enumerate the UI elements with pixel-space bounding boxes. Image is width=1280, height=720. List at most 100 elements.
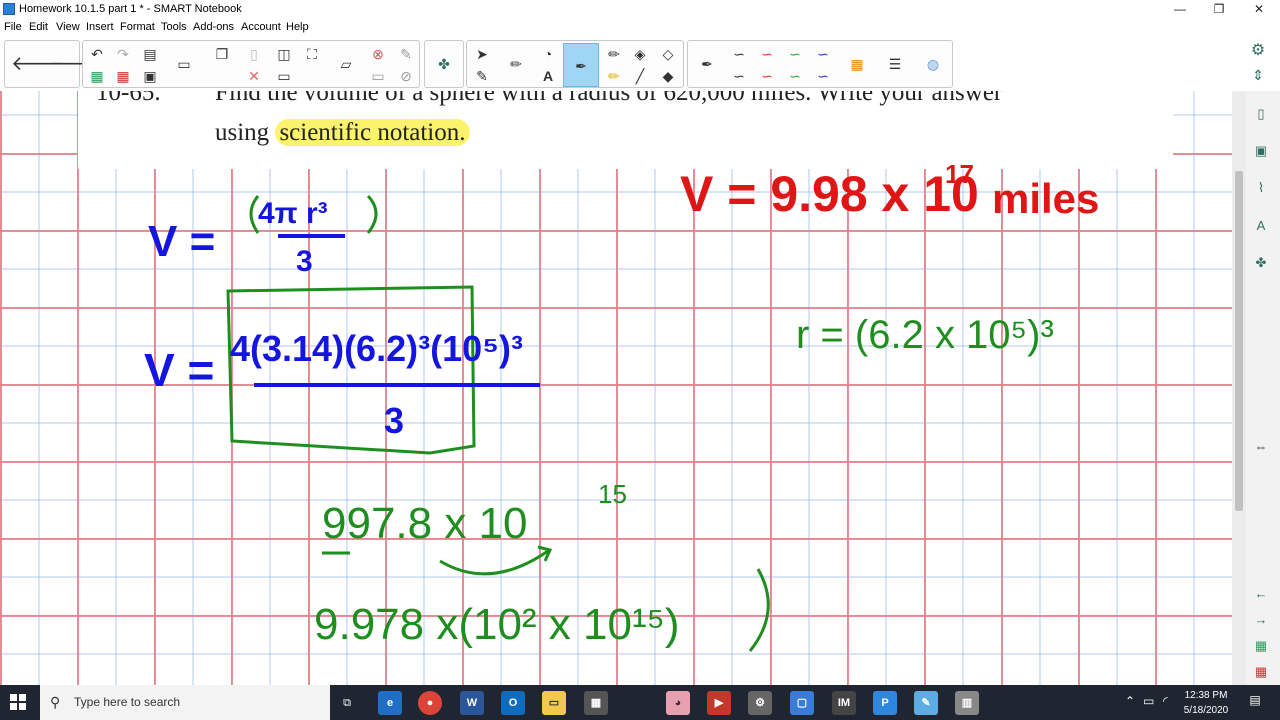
- vertical-scrollbar[interactable]: [1232, 91, 1246, 685]
- settings-app-icon[interactable]: ⚙: [748, 691, 772, 715]
- im-app-icon[interactable]: IM: [832, 691, 856, 715]
- move-sidebar-icon[interactable]: ⇔: [1250, 436, 1272, 458]
- whiteboard-canvas[interactable]: 10-65. Find the volume of a sphere with …: [0, 91, 1232, 685]
- shapes-icon[interactable]: ◔: [537, 43, 559, 65]
- paint-icon[interactable]: ◕: [666, 691, 690, 715]
- fill-icon[interactable]: ◈: [629, 43, 651, 65]
- word-icon[interactable]: W: [460, 691, 484, 715]
- color-palette-icon[interactable]: ▦: [846, 53, 868, 75]
- menu-format[interactable]: Format: [120, 21, 155, 33]
- stroke-blue-2-icon[interactable]: ∽: [812, 65, 834, 87]
- pen-gray-icon[interactable]: ✎: [395, 43, 417, 65]
- toolbar: 🡐 🡒 ↶ ↷ ▤ ▦ ▦ ▣ ▭ ❐ ▯ ◫ ⛶ ✕ ▭ ▱ ⊗ ✎ ▭ ⊘ …: [0, 37, 1280, 92]
- line-icon[interactable]: ╱: [629, 65, 651, 87]
- photos-icon[interactable]: ▢: [790, 691, 814, 715]
- save-icon[interactable]: ▣: [139, 65, 161, 87]
- misc-app-icon[interactable]: ▥: [955, 691, 979, 715]
- menu-account[interactable]: Account: [241, 21, 281, 33]
- doc-camera-icon[interactable]: ▱: [335, 53, 357, 75]
- calligraphy-pen-icon[interactable]: ✒: [563, 43, 599, 87]
- stroke-green-2-icon[interactable]: ∽: [784, 65, 806, 87]
- stroke-black-icon[interactable]: ∽: [728, 43, 750, 65]
- battery-icon[interactable]: ▭: [1143, 694, 1154, 708]
- creative-pen-icon[interactable]: ✏: [603, 43, 625, 65]
- fullscreen-icon[interactable]: ⛶: [301, 43, 323, 65]
- file-explorer-icon[interactable]: ▭: [542, 691, 566, 715]
- menu-insert[interactable]: Insert: [86, 21, 114, 33]
- delete-page-icon[interactable]: ▦: [112, 65, 134, 87]
- scrollbar-thumb[interactable]: [1235, 171, 1243, 511]
- shape-icon[interactable]: ▭: [367, 65, 389, 87]
- edge-icon[interactable]: e: [378, 691, 402, 715]
- display-screen-icon[interactable]: ▭: [173, 53, 195, 75]
- delete-icon[interactable]: ✕: [243, 65, 265, 87]
- menu-edit[interactable]: Edit: [29, 21, 48, 33]
- stroke-red-icon[interactable]: ∽: [756, 43, 778, 65]
- toolbar-position-icon[interactable]: ⇕: [1247, 64, 1269, 86]
- tray-chevron-icon[interactable]: ⌃: [1125, 694, 1135, 708]
- properties-icon[interactable]: A: [1250, 215, 1272, 237]
- windows-start-icon[interactable]: [10, 694, 26, 715]
- record-icon[interactable]: ⊗: [367, 43, 389, 65]
- menu-tools[interactable]: Tools: [161, 21, 187, 33]
- p-app-icon[interactable]: P: [873, 691, 897, 715]
- menu-add-ons[interactable]: Add-ons: [193, 21, 234, 33]
- menu-help[interactable]: Help: [286, 21, 309, 33]
- stroke-blue-icon[interactable]: ∽: [812, 43, 834, 65]
- clock[interactable]: 12:38 PM 5/18/2020: [1176, 688, 1236, 718]
- pen-icon[interactable]: ✏: [505, 53, 527, 75]
- substituted-numerator: 4(3.14)(6.2)³(10⁵)³: [230, 328, 523, 369]
- task-view-icon[interactable]: ⧉: [335, 691, 359, 715]
- smart-notebook-icon: [3, 3, 15, 15]
- pen-style-icon[interactable]: ✒: [696, 53, 718, 75]
- addons-sidebar-icon[interactable]: ✤: [1250, 252, 1272, 274]
- add-page-sidebar-icon[interactable]: ▦: [1250, 635, 1272, 657]
- fill-effects-icon[interactable]: ◍: [922, 53, 944, 75]
- media-player-icon[interactable]: ▶: [707, 691, 731, 715]
- paste-icon[interactable]: ▤: [139, 43, 161, 65]
- screen-capture-icon[interactable]: ◫: [273, 43, 295, 65]
- prev-page-sidebar-icon[interactable]: ←: [1250, 583, 1272, 605]
- nav-group: 🡐 🡒: [4, 40, 103, 88]
- smart-notebook-taskbar-icon[interactable]: ✎: [914, 691, 938, 715]
- stroke-green-icon[interactable]: ∽: [784, 43, 806, 65]
- highlighter-icon[interactable]: ✏: [603, 65, 625, 87]
- copy-icon[interactable]: ❐: [211, 43, 233, 65]
- table-icon[interactable]: ▭: [273, 65, 295, 87]
- taskbar-search[interactable]: ⚲ Type here to search: [40, 685, 330, 720]
- magic-pen-icon[interactable]: ✎: [471, 65, 493, 87]
- volume-label-2: V =: [144, 344, 214, 396]
- formula-denominator: 3: [296, 245, 313, 278]
- calculator-icon[interactable]: ▦: [584, 691, 608, 715]
- eraser-icon[interactable]: ◆: [657, 65, 679, 87]
- notifications-icon[interactable]: ▤: [1246, 693, 1264, 711]
- attachments-icon[interactable]: ⌇: [1250, 177, 1272, 199]
- menu-file[interactable]: File: [4, 21, 22, 33]
- eraser-shape-icon[interactable]: ◇: [657, 43, 679, 65]
- text-icon[interactable]: A: [537, 65, 559, 87]
- puzzle-icon[interactable]: ✤: [433, 53, 455, 75]
- next-page-icon[interactable]: 🡒: [49, 53, 103, 75]
- stroke-black-2-icon[interactable]: ∽: [728, 65, 750, 87]
- wifi-icon[interactable]: ◜: [1163, 694, 1168, 708]
- next-page-sidebar-icon[interactable]: →: [1250, 609, 1272, 631]
- outlook-icon[interactable]: O: [501, 691, 525, 715]
- previous-page-icon[interactable]: 🡐: [11, 53, 65, 75]
- gallery-icon[interactable]: ▣: [1250, 140, 1272, 162]
- gear-icon[interactable]: ⚙: [1247, 40, 1269, 62]
- select-arrow-icon[interactable]: ➤: [471, 43, 493, 65]
- redo-icon[interactable]: ↷: [112, 43, 134, 65]
- line-width-icon[interactable]: ☰: [884, 53, 906, 75]
- stroke-red-2-icon[interactable]: ∽: [756, 65, 778, 87]
- search-placeholder: Type here to search: [74, 695, 181, 709]
- delete-page-sidebar-icon[interactable]: ▦: [1250, 661, 1272, 683]
- page-sorter-icon[interactable]: ▯: [1250, 103, 1272, 125]
- close-button[interactable]: ✕: [1236, 0, 1280, 20]
- clock-date: 5/18/2020: [1183, 705, 1229, 716]
- clip-icon[interactable]: ⊘: [395, 65, 417, 87]
- add-page-icon[interactable]: ▦: [86, 65, 108, 87]
- chrome-icon[interactable]: ●: [418, 691, 442, 715]
- undo-icon[interactable]: ↶: [86, 43, 108, 65]
- clear-icon[interactable]: ▯: [243, 43, 265, 65]
- menu-view[interactable]: View: [56, 21, 80, 33]
